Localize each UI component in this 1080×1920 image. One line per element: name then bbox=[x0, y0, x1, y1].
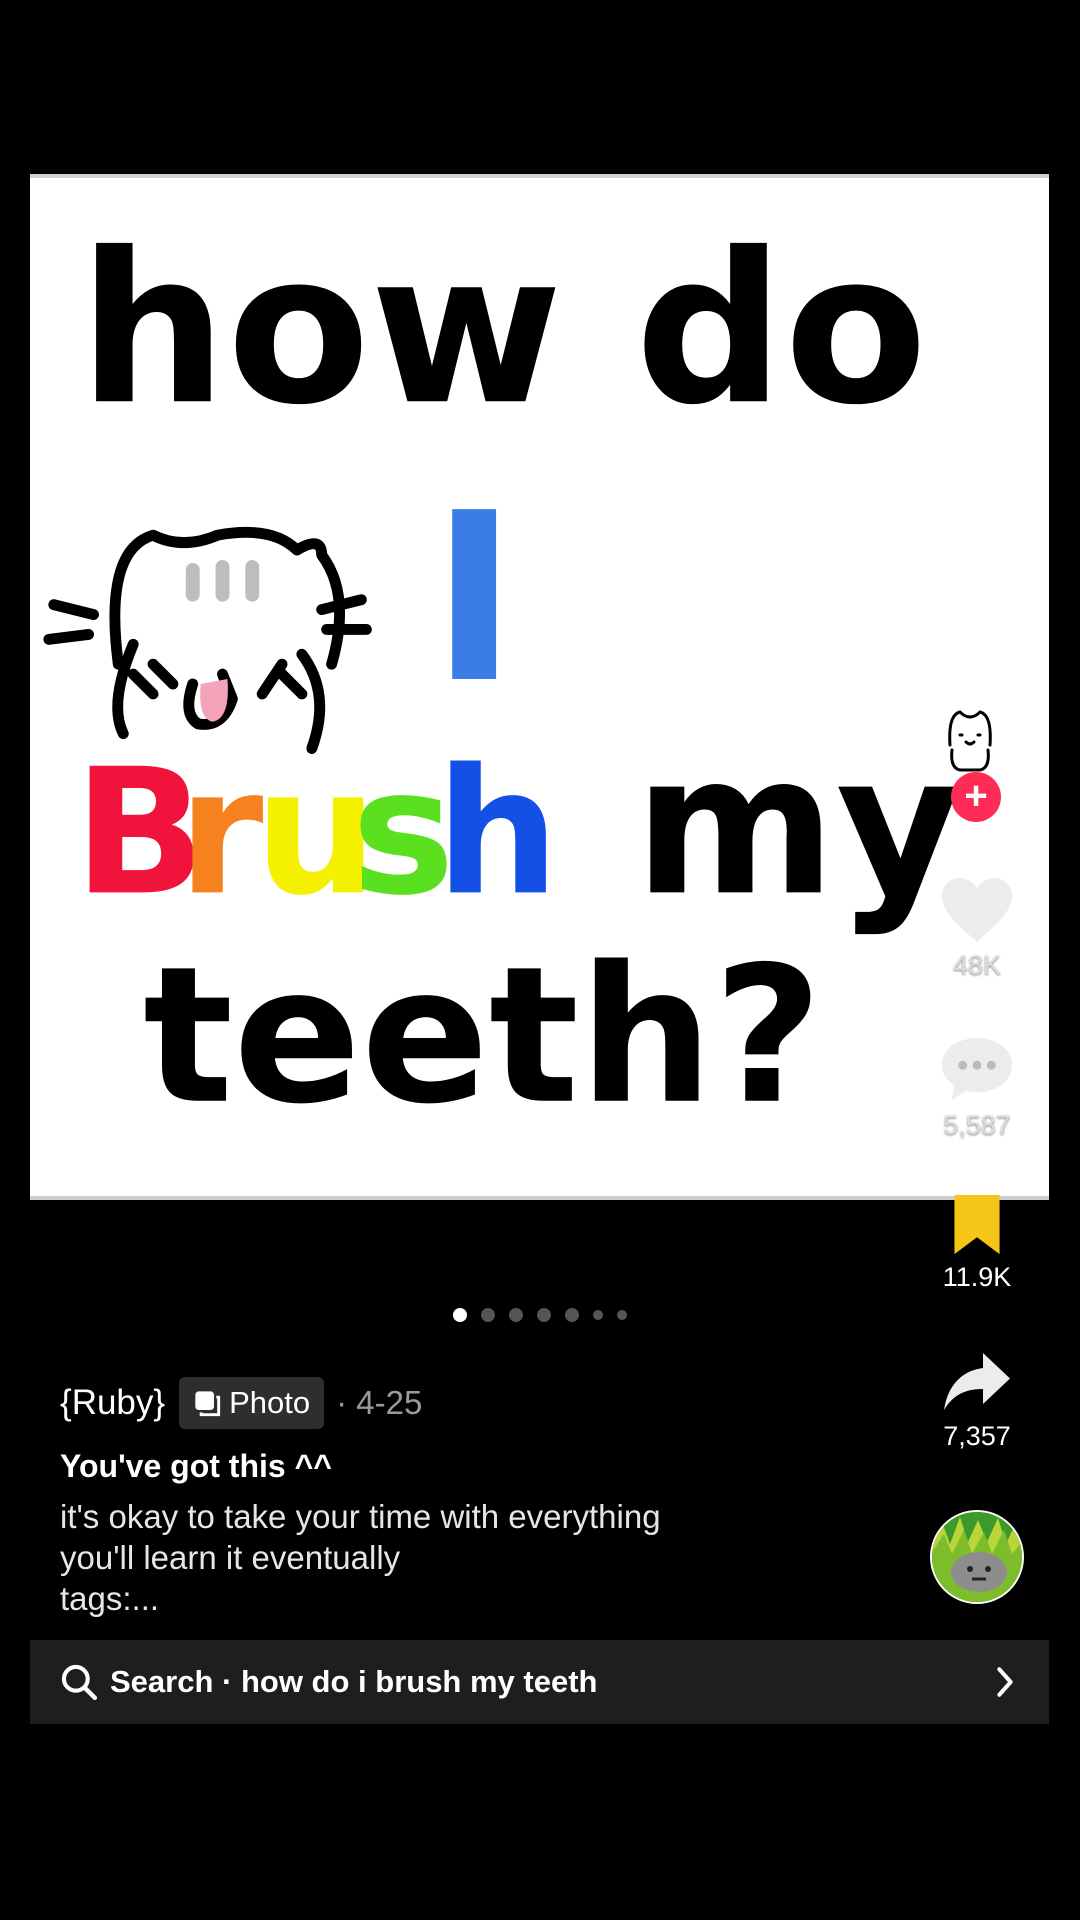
save-count: 11.9K bbox=[942, 1262, 1012, 1292]
like-button[interactable]: 48K bbox=[920, 875, 1034, 981]
cat-stripes bbox=[185, 559, 260, 602]
username[interactable]: {Ruby} bbox=[60, 1383, 165, 1423]
carousel-dot[interactable] bbox=[509, 1308, 523, 1322]
carousel-indicator bbox=[0, 1308, 1080, 1322]
photo-text-i: I bbox=[431, 463, 518, 734]
search-label: Search · how do i brush my teeth bbox=[110, 1664, 598, 1699]
post-meta: {Ruby} Photo · 4-25 bbox=[60, 1377, 423, 1429]
post-date: · 4-25 bbox=[336, 1384, 423, 1421]
save-button[interactable]: 11.9K bbox=[920, 1195, 1034, 1293]
caption-description[interactable]: it's okay to take your time with everyth… bbox=[60, 1496, 800, 1619]
svg-text:r: r bbox=[178, 731, 264, 933]
sound-avatar[interactable] bbox=[930, 1510, 1024, 1604]
share-count: 7,357 bbox=[943, 1421, 1011, 1451]
comment-icon bbox=[942, 1038, 1012, 1101]
photo-text-brush: B r u s h bbox=[74, 731, 560, 933]
caption-line: you'll learn it eventually bbox=[60, 1539, 401, 1576]
caption-title: You've got this ^^ bbox=[60, 1448, 332, 1484]
chevron-right-icon bbox=[997, 1667, 1013, 1697]
svg-text:h: h bbox=[436, 731, 560, 933]
carousel-dot[interactable] bbox=[453, 1308, 467, 1322]
photo-mode-icon bbox=[195, 1391, 221, 1417]
related-search-bar[interactable]: Search · how do i brush my teeth bbox=[30, 1640, 1049, 1724]
bookmark-icon bbox=[954, 1195, 1000, 1255]
heart-icon bbox=[942, 878, 1012, 942]
post-photo[interactable]: how do I B r u s h my teeth? bbox=[30, 174, 1049, 1200]
photo-badge-label: Photo bbox=[229, 1385, 311, 1420]
caption-line: tags:... bbox=[60, 1580, 160, 1617]
follow-button[interactable]: + bbox=[951, 772, 1001, 822]
photo-badge: Photo bbox=[179, 1377, 325, 1429]
photo-drawing: how do I B r u s h my teeth? bbox=[43, 209, 962, 1146]
creator-avatar[interactable] bbox=[930, 700, 1010, 780]
photo-text-how-do: how do bbox=[79, 209, 928, 451]
caption-line: it's okay to take your time with everyth… bbox=[60, 1498, 661, 1535]
comment-button[interactable]: 5,587 bbox=[920, 1035, 1034, 1141]
carousel-dot[interactable] bbox=[481, 1308, 495, 1322]
like-count: 48K bbox=[952, 950, 1002, 980]
carousel-dot[interactable] bbox=[537, 1308, 551, 1322]
carousel-dot[interactable] bbox=[593, 1310, 603, 1320]
photo-text-teeth: teeth? bbox=[143, 927, 822, 1146]
carousel-dot[interactable] bbox=[617, 1310, 627, 1320]
share-button[interactable]: 7,357 bbox=[920, 1350, 1034, 1452]
comment-count: 5,587 bbox=[943, 1110, 1011, 1140]
carousel-dot[interactable] bbox=[565, 1308, 579, 1322]
photo-text-my: my bbox=[634, 712, 962, 938]
share-icon bbox=[944, 1353, 1010, 1410]
search-icon bbox=[61, 1664, 98, 1701]
